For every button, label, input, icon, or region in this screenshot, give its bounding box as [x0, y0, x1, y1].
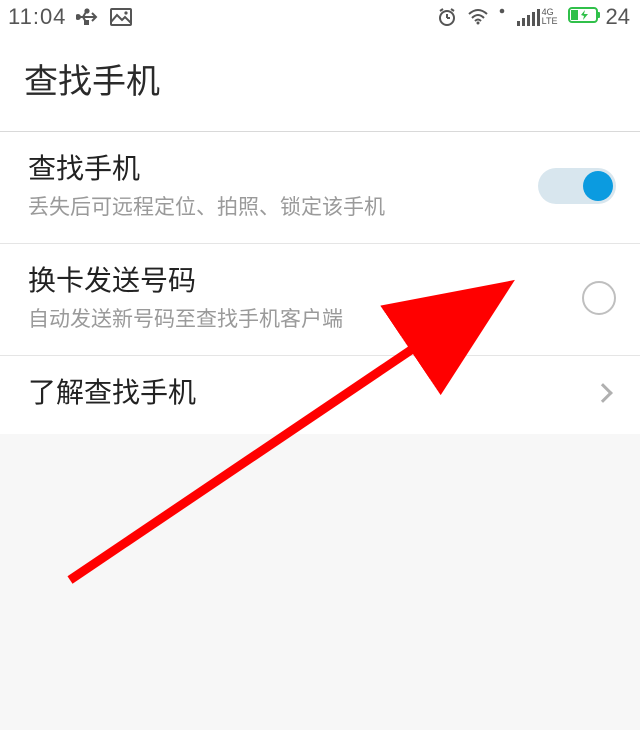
page-title: 查找手机: [24, 54, 616, 103]
picture-icon: [110, 8, 132, 26]
setting-text: 查找手机 丢失后可远程定位、拍照、锁定该手机: [28, 150, 538, 221]
setting-sim-send-number[interactable]: 换卡发送号码 自动发送新号码至查找手机客户端: [0, 244, 640, 356]
setting-find-phone[interactable]: 查找手机 丢失后可远程定位、拍照、锁定该手机: [0, 132, 640, 244]
chevron-right-icon: [593, 383, 613, 403]
status-bar: 11:04: [0, 0, 640, 34]
setting-title: 了解查找手机: [28, 374, 596, 412]
usb-icon: [76, 8, 100, 26]
page-header: 查找手机: [0, 34, 640, 132]
battery-percent: 24: [606, 4, 630, 30]
setting-subtitle: 自动发送新号码至查找手机客户端: [28, 306, 582, 333]
setting-subtitle: 丢失后可远程定位、拍照、锁定该手机: [28, 194, 538, 221]
signal-icon: [515, 8, 540, 26]
setting-text: 换卡发送号码 自动发送新号码至查找手机客户端: [28, 262, 582, 333]
dot-icon: [499, 8, 505, 26]
battery-icon: [568, 4, 602, 30]
setting-title: 换卡发送号码: [28, 262, 582, 300]
toggle-knob: [583, 171, 613, 201]
settings-list: 查找手机 丢失后可远程定位、拍照、锁定该手机 换卡发送号码 自动发送新号码至查找…: [0, 132, 640, 434]
find-phone-toggle[interactable]: [538, 168, 616, 204]
wifi-icon: [467, 8, 489, 26]
status-right: 4GLTE 24: [427, 4, 630, 30]
lte-indicator: 4GLTE: [542, 8, 558, 26]
setting-about-find-phone[interactable]: 了解查找手机: [0, 356, 640, 434]
setting-control: [538, 168, 616, 204]
setting-control: [582, 281, 616, 315]
alarm-icon: [437, 7, 457, 27]
sim-send-radio[interactable]: [582, 281, 616, 315]
setting-text: 了解查找手机: [28, 374, 596, 412]
setting-control: [596, 386, 616, 400]
status-left: 11:04: [8, 4, 142, 30]
status-time: 11:04: [8, 4, 66, 30]
setting-title: 查找手机: [28, 150, 538, 188]
